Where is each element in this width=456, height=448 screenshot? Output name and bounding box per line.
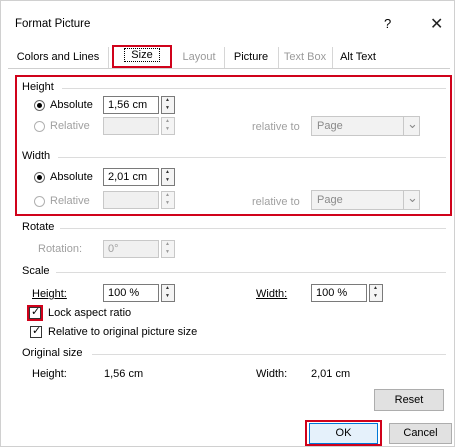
width-relative-to-select[interactable]: Page (311, 189, 420, 210)
lock-aspect-ratio-label: Lock aspect ratio (48, 307, 132, 319)
height-relative-to-label: relative to (252, 121, 300, 133)
dialog-title: Format Picture (15, 18, 91, 30)
tab-layout[interactable]: Layout (174, 47, 225, 68)
original-width-value: 2,01 cm (311, 368, 351, 380)
scale-width-input[interactable]: 100 % (311, 284, 367, 302)
close-icon[interactable]: ✕ (430, 14, 443, 34)
width-section-label: Width (22, 150, 51, 162)
relative-original-size-checkbox[interactable] (30, 324, 42, 338)
height-relative-to-select[interactable]: Page (311, 115, 420, 136)
height-section-divider (62, 88, 446, 89)
height-relative-label: Relative (50, 120, 90, 132)
width-section-divider (58, 157, 446, 158)
scale-height-input[interactable]: 100 % (103, 284, 159, 302)
height-relative-spinner[interactable] (161, 117, 175, 135)
chevron-down-icon (403, 189, 419, 209)
scale-width-spinner[interactable] (369, 284, 383, 302)
tab-text-box[interactable]: Text Box (278, 47, 333, 68)
width-relative-spinner[interactable] (161, 191, 175, 209)
help-icon[interactable]: ? (384, 16, 391, 31)
width-absolute-label: Absolute (50, 171, 93, 183)
height-relative-to-value: Page (317, 120, 343, 132)
height-absolute-input[interactable]: 1,56 cm (103, 96, 159, 114)
original-size-section-divider (92, 354, 446, 355)
rotate-section-divider (60, 228, 446, 229)
original-height-value: 1,56 cm (104, 368, 144, 380)
scale-section-divider (56, 272, 446, 273)
height-section-label: Height (22, 81, 54, 93)
height-absolute-spinner[interactable] (161, 96, 175, 114)
tab-picture[interactable]: Picture (224, 47, 279, 68)
rotate-section-label: Rotate (22, 221, 55, 233)
tab-size[interactable]: Size (112, 45, 172, 68)
ok-button[interactable]: OK (309, 423, 378, 444)
width-relative-label: Relative (50, 195, 90, 207)
scale-height-label: Height: (32, 288, 67, 300)
width-absolute-radio[interactable] (34, 172, 45, 183)
width-relative-to-label: relative to (252, 196, 300, 208)
width-relative-radio[interactable] (34, 196, 45, 207)
width-absolute-input[interactable]: 2,01 cm (103, 168, 159, 186)
height-relative-radio[interactable] (34, 121, 45, 132)
tab-alt-text[interactable]: Alt Text (332, 47, 384, 68)
width-relative-to-value: Page (317, 194, 343, 206)
original-size-section-label: Original size (22, 347, 83, 359)
lock-aspect-ratio-checkbox[interactable] (29, 305, 41, 319)
rotation-spinner[interactable] (161, 240, 175, 258)
tab-divider (8, 68, 450, 69)
relative-original-size-label: Relative to original picture size (48, 326, 198, 338)
rotation-input[interactable]: 0° (103, 240, 159, 258)
height-absolute-radio[interactable] (34, 100, 45, 111)
height-relative-input[interactable] (103, 117, 159, 135)
scale-section-label: Scale (22, 265, 50, 277)
width-relative-input[interactable] (103, 191, 159, 209)
tab-size-label: Size (124, 48, 160, 62)
cancel-button[interactable]: Cancel (389, 423, 452, 444)
scale-width-label: Width: (256, 288, 288, 300)
original-width-label: Width: (256, 368, 288, 380)
rotation-label: Rotation: (38, 243, 83, 255)
chevron-down-icon (403, 115, 419, 135)
original-height-label: Height: (32, 368, 67, 380)
width-absolute-spinner[interactable] (161, 168, 175, 186)
reset-button[interactable]: Reset (374, 389, 444, 411)
tab-colors-and-lines[interactable]: Colors and Lines (8, 47, 109, 68)
scale-height-spinner[interactable] (161, 284, 175, 302)
height-absolute-label: Absolute (50, 99, 93, 111)
